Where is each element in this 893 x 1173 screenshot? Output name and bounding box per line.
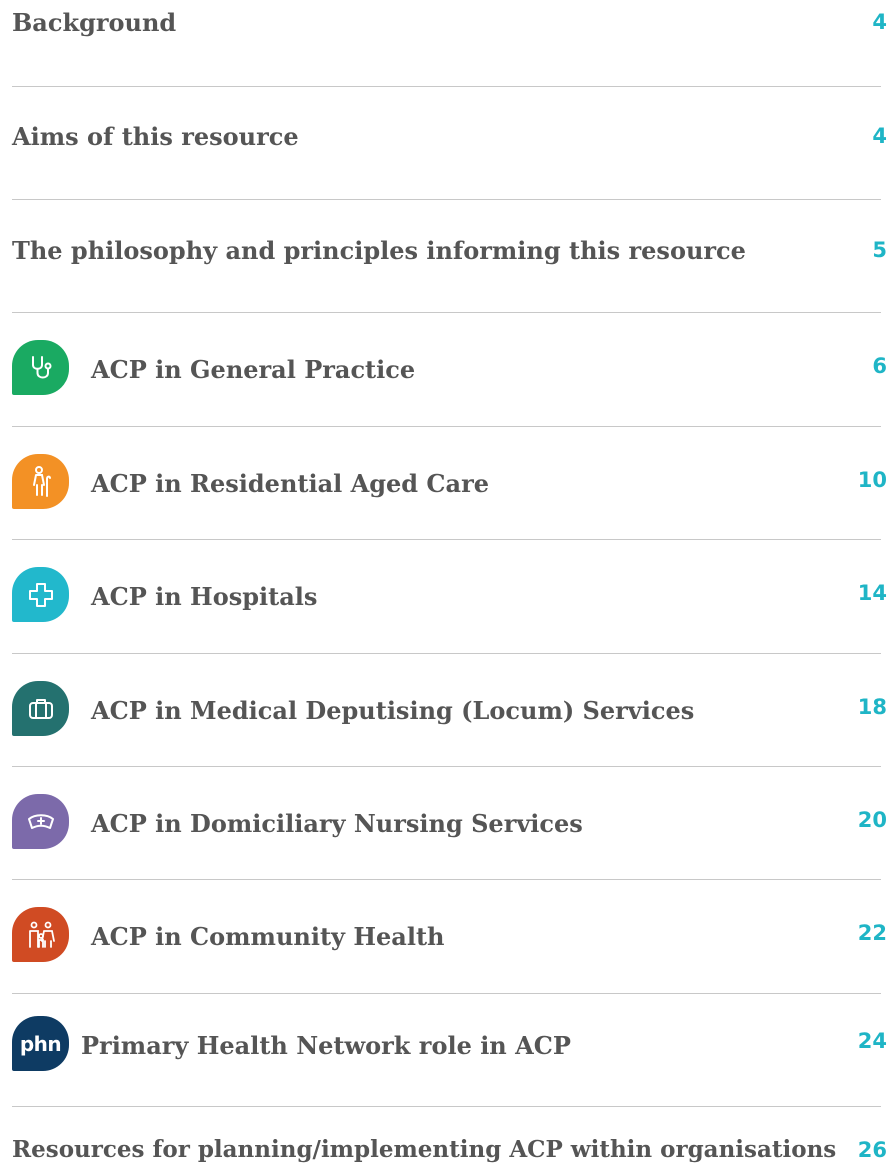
toc-divider <box>12 312 881 313</box>
toc-page-number: 18 <box>857 695 887 719</box>
toc-page-number: 26 <box>857 1138 887 1162</box>
people-group-icon <box>12 907 69 962</box>
toc-page-number: 4 <box>872 10 887 34</box>
nurse-cap-icon <box>12 794 69 849</box>
toc-entry-title[interactable]: ACP in Domiciliary Nursing Services <box>91 809 583 838</box>
toc-divider <box>12 766 881 767</box>
toc-page-number: 22 <box>857 921 887 945</box>
toc-divider <box>12 426 881 427</box>
toc-divider <box>12 86 881 87</box>
toc-divider <box>12 1106 881 1107</box>
toc-entry-title[interactable]: ACP in Medical Deputising (Locum) Servic… <box>91 696 694 725</box>
toc-page-number: 6 <box>872 354 887 378</box>
toc-entry-title[interactable]: The philosophy and principles informing … <box>12 236 746 265</box>
phn-logo-text: phn <box>19 1031 62 1056</box>
toc-page-number: 14 <box>857 581 887 605</box>
toc-page-number: 10 <box>857 468 887 492</box>
toc-divider <box>12 653 881 654</box>
toc-divider <box>12 539 881 540</box>
toc-entry-title[interactable]: Background <box>12 8 176 37</box>
medical-bag-icon <box>12 681 69 736</box>
toc-divider <box>12 199 881 200</box>
toc-page-number: 4 <box>872 124 887 148</box>
toc-divider <box>12 993 881 994</box>
toc-entry-title[interactable]: ACP in Hospitals <box>91 582 317 611</box>
toc-page-number: 5 <box>872 238 887 262</box>
toc-page-number: 20 <box>857 808 887 832</box>
toc-entry-title[interactable]: ACP in General Practice <box>91 355 415 384</box>
medical-cross-icon <box>12 567 69 622</box>
toc-entry-title[interactable]: Primary Health Network role in ACP <box>81 1031 571 1060</box>
stethoscope-icon <box>12 340 69 395</box>
toc-page-number: 24 <box>857 1029 887 1053</box>
toc-entry-title[interactable]: Resources for planning/implementing ACP … <box>12 1136 836 1163</box>
toc-entry-title[interactable]: ACP in Residential Aged Care <box>91 469 489 498</box>
elderly-person-icon <box>12 454 69 509</box>
toc-entry-title[interactable]: Aims of this resource <box>12 122 299 151</box>
toc-entry-title[interactable]: ACP in Community Health <box>91 922 445 951</box>
phn-logo: phn <box>12 1016 69 1071</box>
toc-divider <box>12 879 881 880</box>
